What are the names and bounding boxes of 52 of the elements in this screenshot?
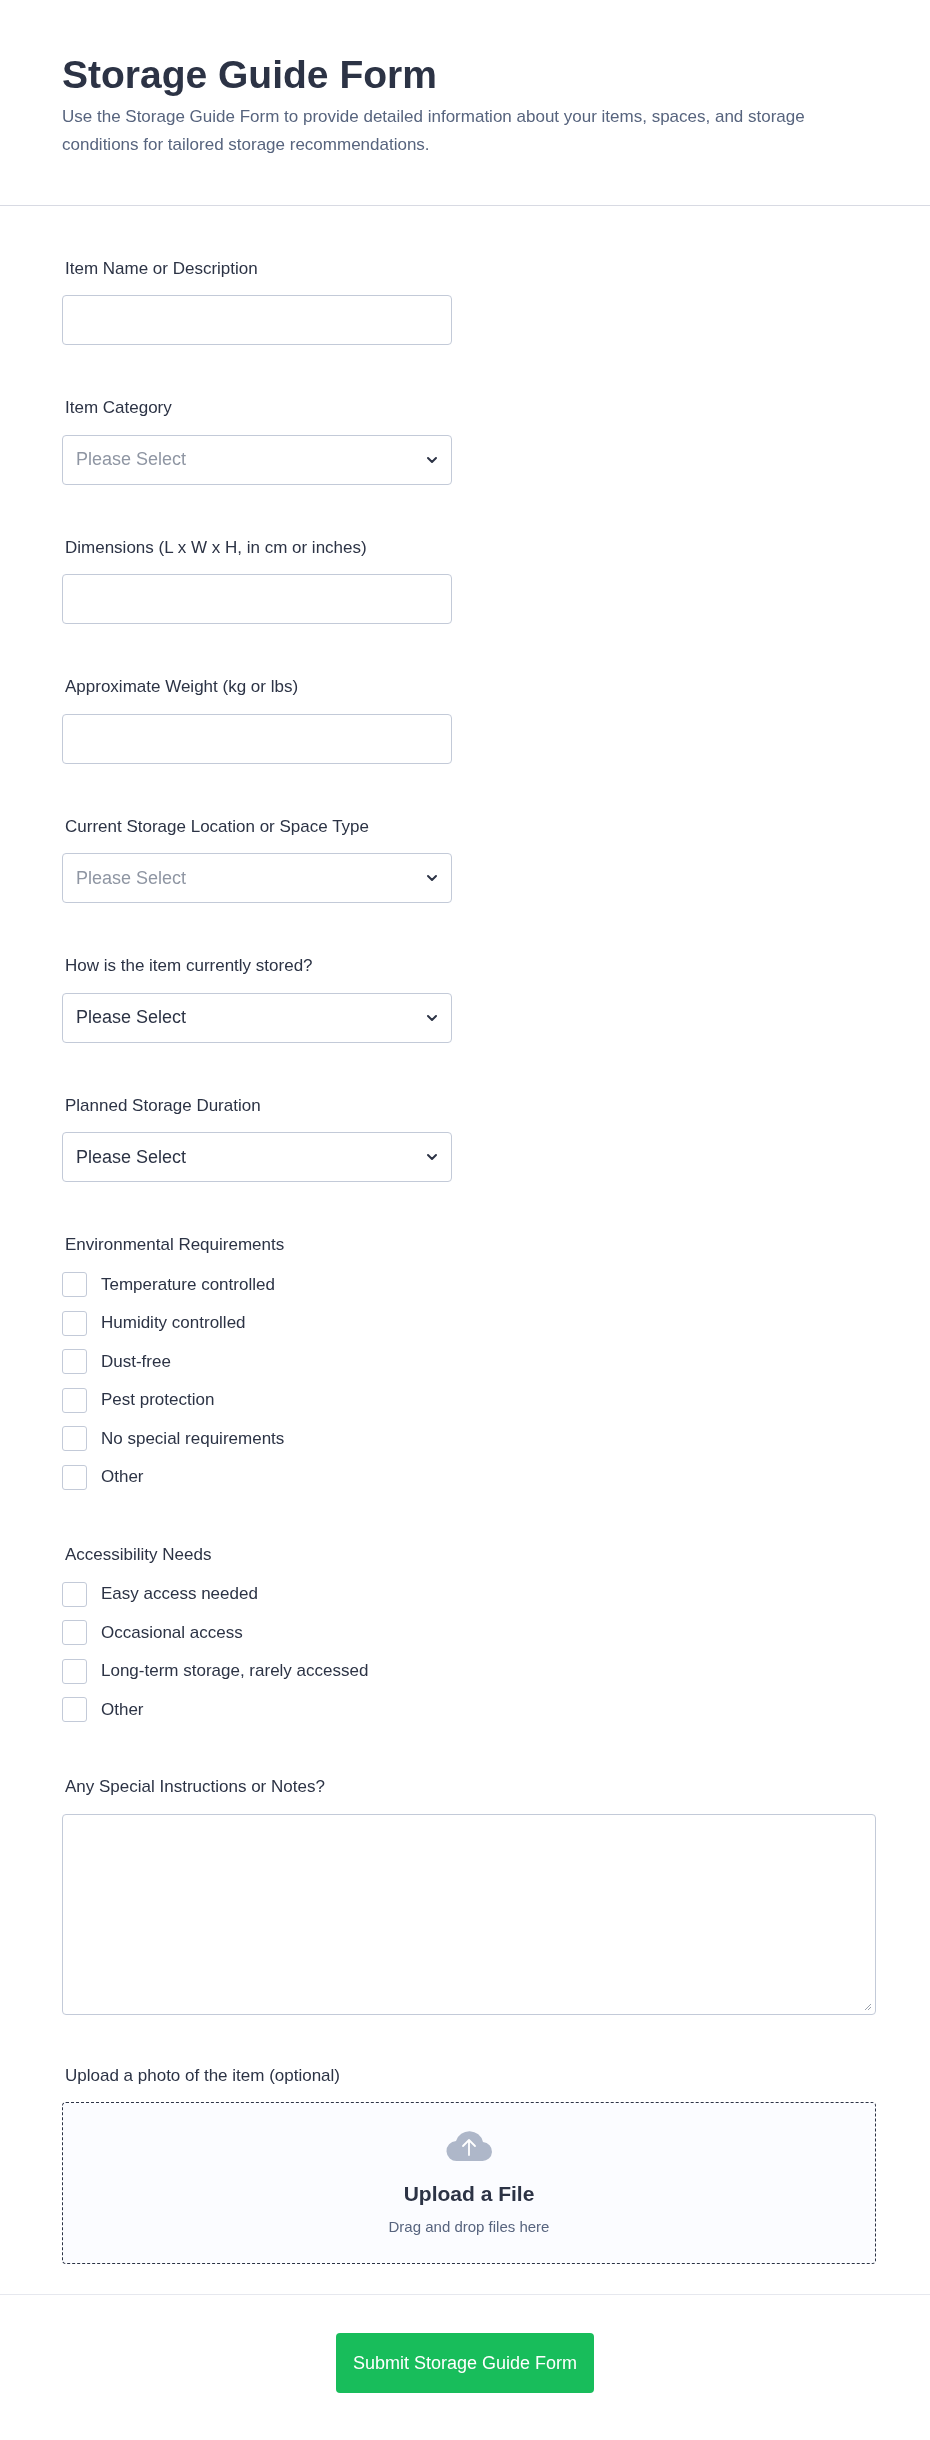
checkbox[interactable]	[62, 1658, 87, 1684]
checkbox-label: Dust-free	[101, 1350, 171, 1373]
field-label: Planned Storage Duration	[65, 1094, 262, 1117]
checkbox[interactable]	[62, 1272, 87, 1298]
select-field[interactable]: Please Select	[62, 1132, 452, 1183]
text-input[interactable]	[62, 713, 452, 764]
upload-hint: Drag and drop files here	[388, 2216, 550, 2237]
field-label: Item Name or Description	[65, 257, 259, 280]
chevron-down-icon	[426, 455, 438, 464]
checkbox[interactable]	[62, 1426, 87, 1452]
chevron-down-icon	[426, 874, 438, 883]
text-input[interactable]	[62, 574, 452, 625]
checkbox-label: No special requirements	[101, 1427, 285, 1450]
checkbox-label: Humidity controlled	[101, 1312, 246, 1335]
checkbox[interactable]	[62, 1349, 87, 1375]
chevron-down-icon	[426, 1013, 438, 1022]
field-label: Item Category	[65, 397, 173, 420]
checkbox-label: Long-term storage, rarely accessed	[101, 1660, 369, 1683]
select-placeholder: Please Select	[76, 866, 187, 890]
upload-title: Upload a File	[403, 2181, 535, 2208]
field-label: Environmental Requirements	[65, 1234, 286, 1257]
checkbox[interactable]	[62, 1620, 87, 1646]
field-label: Current Storage Location or Space Type	[65, 815, 370, 838]
checkbox[interactable]	[62, 1464, 87, 1490]
checkbox[interactable]	[62, 1387, 87, 1413]
select-value: Please Select	[76, 1006, 187, 1030]
form-title: Storage Guide Form	[62, 52, 438, 98]
field-label: Dimensions (L x W x H, in cm or inches)	[65, 536, 368, 559]
checkbox[interactable]	[62, 1310, 87, 1336]
chevron-down-icon	[426, 1153, 438, 1162]
field-label: Approximate Weight (kg or lbs)	[65, 676, 300, 699]
checkbox-label: Temperature controlled	[101, 1273, 275, 1296]
textarea-field[interactable]	[62, 1813, 876, 2015]
resize-handle-icon[interactable]	[864, 2002, 872, 2011]
checkbox-label: Other	[101, 1466, 144, 1489]
checkbox[interactable]	[62, 1697, 87, 1723]
field-label: Any Special Instructions or Notes?	[65, 1776, 326, 1799]
upload-dropzone[interactable]: Upload a File Drag and drop files here	[62, 2102, 876, 2265]
checkbox-label: Occasional access	[101, 1621, 243, 1644]
select-field[interactable]: Please Select	[62, 992, 452, 1043]
field-label: Upload a photo of the item (optional)	[65, 2064, 341, 2087]
checkbox[interactable]	[62, 1581, 87, 1607]
checkbox-label: Easy access needed	[101, 1583, 258, 1606]
select-value: Please Select	[76, 1145, 187, 1169]
field-label: How is the item currently stored?	[65, 955, 314, 978]
select-placeholder: Please Select	[76, 448, 187, 472]
text-input[interactable]	[62, 295, 452, 346]
cloud-upload-icon	[445, 2128, 493, 2163]
field-label: Accessibility Needs	[65, 1543, 213, 1566]
form-description: Use the Storage Guide Form to provide detailed information about your items, spaces, and storage conditions for tailored storage recommendations.	[62, 105, 806, 156]
checkbox-label: Other	[101, 1698, 144, 1721]
checkbox-label: Pest protection	[101, 1389, 215, 1412]
